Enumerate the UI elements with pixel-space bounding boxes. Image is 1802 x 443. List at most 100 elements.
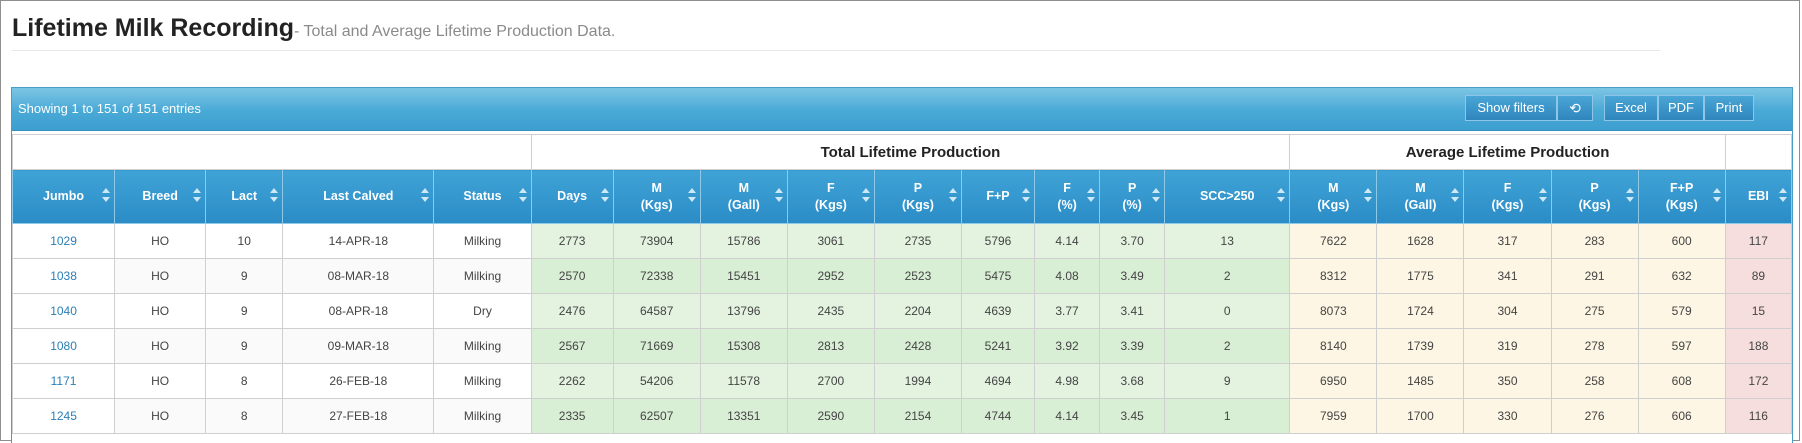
column-header[interactable]: P (%) — [1099, 169, 1166, 224]
table-cell: 8312 — [1289, 258, 1378, 294]
table-cell: 15786 — [699, 223, 788, 259]
jumbo-link[interactable]: 1038 — [50, 269, 77, 283]
table-row: 1040 HO 9 08-APR-18 Dry 2476 64587 13796 2435 220… — [12, 293, 1792, 329]
sort-icon[interactable] — [193, 188, 202, 204]
sort-icon[interactable] — [102, 188, 111, 204]
group-header-blank-ebi — [1724, 134, 1792, 170]
table-cell: 2204 — [873, 293, 962, 329]
lifetime-production-table: Total Lifetime Production Average Lifeti… — [12, 134, 1792, 434]
column-header[interactable]: Jumbo — [12, 169, 116, 224]
column-header-label: F — [1503, 180, 1512, 195]
sort-icon[interactable] — [270, 188, 279, 204]
column-header[interactable]: M (Kgs) — [612, 169, 701, 224]
sort-icon[interactable] — [1152, 188, 1161, 204]
table-cell: 2567 — [530, 328, 614, 364]
column-header[interactable]: SCC>250 — [1164, 169, 1291, 224]
column-header-label: F — [1063, 180, 1071, 195]
table-cell: 4694 — [960, 363, 1036, 399]
page-header: Lifetime Milk Recording- Total and Avera… — [12, 14, 615, 43]
excel-button[interactable]: Excel — [1604, 95, 1658, 121]
column-header-unit: (%) — [1057, 197, 1077, 212]
sort-icon[interactable] — [774, 188, 783, 204]
table-cell: 1775 — [1376, 258, 1465, 294]
sort-icon[interactable] — [600, 188, 609, 204]
jumbo-link[interactable]: 1029 — [50, 234, 77, 248]
column-header-label: Status — [463, 189, 502, 203]
column-header[interactable]: F (Kgs) — [786, 169, 875, 224]
table-cell: 5241 — [960, 328, 1036, 364]
jumbo-link[interactable]: 1040 — [50, 304, 77, 318]
column-header-label: Last Calved — [323, 189, 394, 203]
column-header-unit: (Kgs) — [901, 197, 934, 212]
table-cell: 632 — [1637, 258, 1726, 294]
table-cell: 319 — [1463, 328, 1552, 364]
sort-icon[interactable] — [518, 188, 527, 204]
table-row: 1029 HO 10 14-APR-18 Milking 2773 73904 15786 30… — [12, 223, 1792, 259]
column-header[interactable]: Days — [530, 169, 614, 224]
table-cell: 172 — [1724, 363, 1792, 399]
table-cell: 08-MAR-18 — [282, 258, 435, 294]
table-cell: 1724 — [1376, 293, 1465, 329]
jumbo-link[interactable]: 1080 — [50, 339, 77, 353]
table-cell: 597 — [1637, 328, 1726, 364]
sort-icon[interactable] — [948, 188, 957, 204]
group-header-blank — [12, 134, 532, 170]
column-header[interactable]: F+P (Kgs) — [1637, 169, 1726, 224]
column-header[interactable]: M (Kgs) — [1289, 169, 1378, 224]
column-header[interactable]: M (Gall) — [699, 169, 788, 224]
refresh-button[interactable]: ⟲ — [1557, 95, 1593, 121]
column-header[interactable]: F+P — [960, 169, 1036, 224]
table-cell: 1 — [1164, 398, 1291, 434]
table-cell: 291 — [1550, 258, 1639, 294]
column-header[interactable]: Last Calved — [282, 169, 435, 224]
table-cell: 8140 — [1289, 328, 1378, 364]
column-header[interactable]: P (Kgs) — [873, 169, 962, 224]
table-cell: 3.45 — [1099, 398, 1166, 434]
column-header[interactable]: F (%) — [1034, 169, 1101, 224]
group-header-average: Average Lifetime Production — [1289, 134, 1726, 170]
column-header-label: EBI — [1747, 189, 1769, 203]
sort-icon[interactable] — [1712, 188, 1721, 204]
sort-icon[interactable] — [1087, 188, 1096, 204]
sort-icon[interactable] — [1277, 188, 1286, 204]
column-header[interactable]: Breed — [114, 169, 207, 224]
sort-icon[interactable] — [1451, 188, 1460, 204]
table-cell: 3.41 — [1099, 293, 1166, 329]
column-header-label: F+P — [986, 189, 1010, 203]
table-cell: 600 — [1637, 223, 1726, 259]
jumbo-link[interactable]: 1245 — [50, 409, 77, 423]
jumbo-link[interactable]: 1171 — [51, 374, 77, 388]
table-cell: Milking — [433, 223, 532, 259]
column-header-label: M — [1328, 180, 1339, 195]
column-header[interactable]: Lact — [205, 169, 284, 224]
column-header[interactable]: Status — [433, 169, 532, 224]
table-cell: 2335 — [530, 398, 614, 434]
table-cell: 11578 — [699, 363, 788, 399]
table-cell: 579 — [1637, 293, 1726, 329]
table-cell: 1080 — [12, 328, 116, 364]
column-header[interactable]: M (Gall) — [1376, 169, 1465, 224]
show-filters-button[interactable]: Show filters — [1465, 95, 1557, 121]
table-cell: 3.92 — [1034, 328, 1101, 364]
column-header[interactable]: P (Kgs) — [1550, 169, 1639, 224]
sort-icon[interactable] — [1779, 188, 1787, 204]
sort-icon[interactable] — [1364, 188, 1373, 204]
table-cell: 8 — [205, 363, 284, 399]
sort-icon[interactable] — [861, 188, 870, 204]
sort-icon[interactable] — [1625, 188, 1634, 204]
sort-icon[interactable] — [1538, 188, 1547, 204]
column-header-label: Breed — [142, 189, 178, 203]
pdf-button[interactable]: PDF — [1658, 95, 1704, 121]
table-cell: 5796 — [960, 223, 1036, 259]
sort-icon[interactable] — [687, 188, 696, 204]
sort-icon[interactable] — [421, 188, 430, 204]
page-title: Lifetime Milk Recording — [12, 14, 294, 42]
table-cell: 1029 — [12, 223, 116, 259]
table-row: 1038 HO 9 08-MAR-18 Milking 2570 72338 15451 295… — [12, 258, 1792, 294]
print-button[interactable]: Print — [1704, 95, 1754, 121]
column-header[interactable]: F (Kgs) — [1463, 169, 1552, 224]
column-header[interactable]: EBI — [1724, 169, 1792, 224]
sort-icon[interactable] — [1022, 188, 1031, 204]
table-cell: 278 — [1550, 328, 1639, 364]
table-cell: 09-MAR-18 — [282, 328, 435, 364]
